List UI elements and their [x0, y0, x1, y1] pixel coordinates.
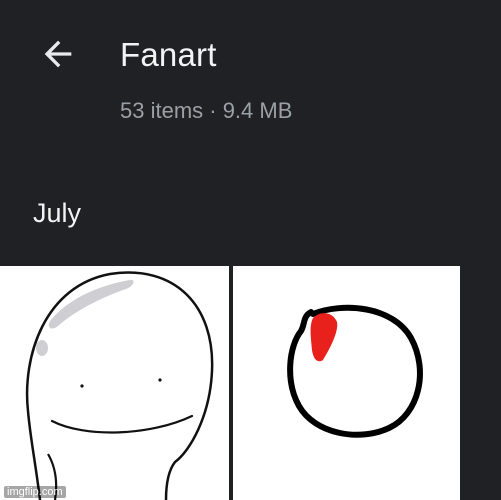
arrow-back-icon	[38, 34, 78, 79]
thumbnail-2[interactable]	[233, 266, 460, 500]
photo-grid: imgflip.com	[0, 266, 501, 500]
folder-info: 53 items · 9.4 MB	[120, 98, 293, 123]
page-title: Fanart	[120, 36, 217, 73]
section-header-month: July	[33, 198, 82, 228]
app-bar: Fanart 53 items · 9.4 MB	[0, 0, 501, 150]
back-button[interactable]	[30, 30, 86, 82]
watermark: imgflip.com	[4, 486, 66, 498]
thumbnail-1[interactable]: imgflip.com	[0, 266, 229, 500]
